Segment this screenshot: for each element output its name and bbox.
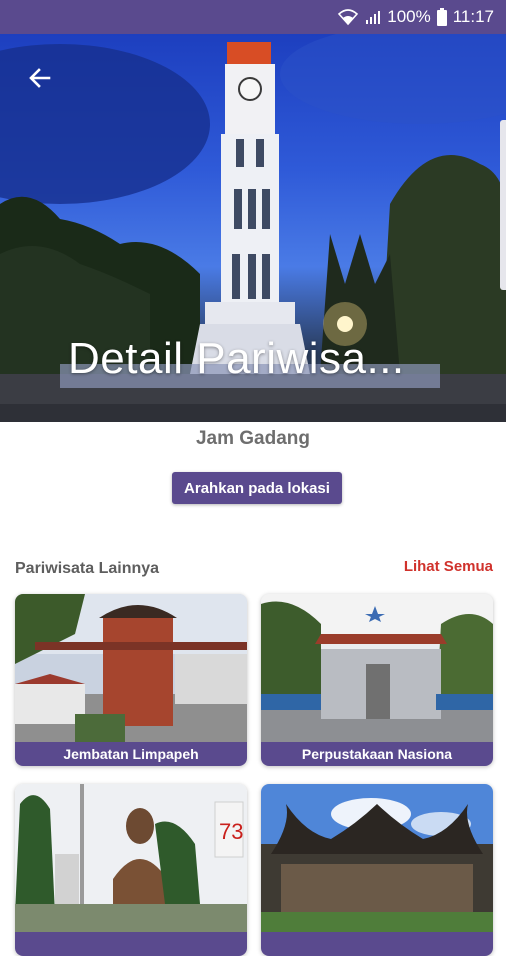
battery-percent: 100%	[387, 7, 431, 26]
card-label	[261, 932, 493, 956]
direction-button[interactable]: Arahkan pada lokasi	[172, 472, 342, 504]
card-label: Perpustakaan Nasiona	[261, 742, 493, 766]
card-label: Jembatan Limpapeh	[15, 742, 247, 766]
scroll-indicator	[500, 120, 506, 290]
tourism-card-3[interactable]: 73	[15, 784, 247, 956]
page-title: Detail Pariwisa...	[68, 334, 405, 383]
see-all-link[interactable]: Lihat Semua	[404, 558, 493, 575]
wifi-icon	[337, 8, 359, 26]
svg-text:73: 73	[219, 819, 243, 844]
card-image	[261, 594, 493, 742]
card-image	[261, 784, 493, 932]
tourism-card-jembatan-limpapeh[interactable]: Jembatan Limpapeh	[15, 594, 247, 766]
status-bar: 100% 11:17	[0, 0, 506, 34]
arrow-left-icon	[27, 65, 53, 96]
tourism-card-perpustakaan[interactable]: Perpustakaan Nasiona	[261, 594, 493, 766]
signal-icon	[365, 9, 381, 25]
card-image	[15, 594, 247, 742]
back-button[interactable]	[20, 60, 60, 100]
clock: 11:17	[452, 7, 494, 26]
card-image: 73	[15, 784, 247, 932]
place-name: Jam Gadang	[195, 428, 311, 449]
tourism-card-4[interactable]	[261, 784, 493, 956]
battery-icon	[436, 8, 447, 26]
card-label	[15, 932, 247, 956]
hero-image: Detail Pariwisa...	[0, 34, 506, 422]
section-title: Pariwisata Lainnya	[15, 560, 160, 577]
